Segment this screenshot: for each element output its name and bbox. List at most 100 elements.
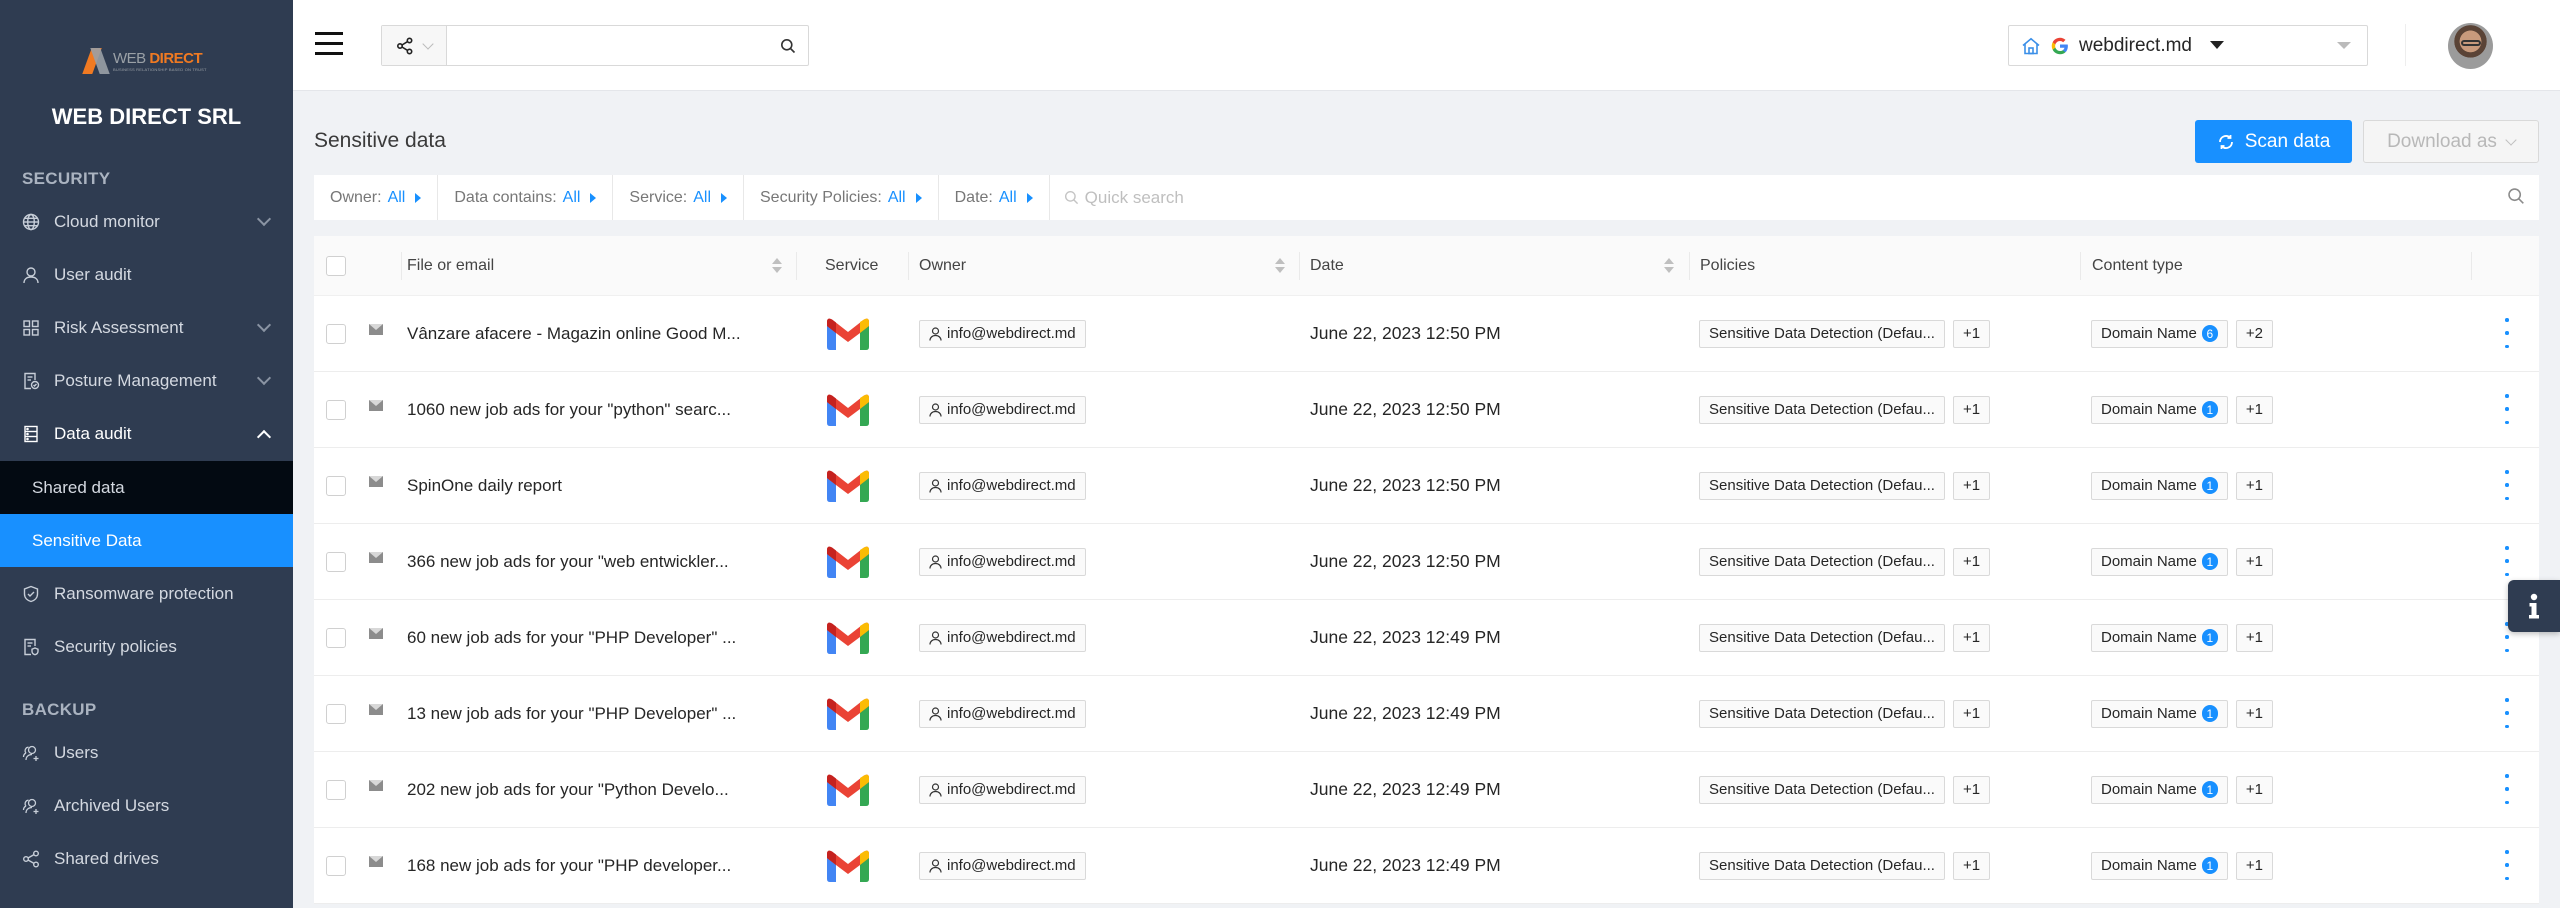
sort-icon[interactable] [772,256,782,276]
row-actions-button[interactable] [2500,774,2514,804]
policy-more-tag[interactable]: +1 [1952,851,1991,880]
sidebar-item-user-audit[interactable]: User audit [0,249,293,301]
row-actions-button[interactable] [2500,698,2514,728]
sidebar-item-users[interactable]: Users [0,727,293,779]
company-logo[interactable]: WEB DIRECT BUSINESS RELATIONSHIP BASED O… [82,44,210,78]
row-checkbox[interactable] [326,476,346,496]
content-more-tag[interactable]: +1 [2235,395,2273,424]
file-name[interactable]: 366 new job ads for your "web entwickler… [407,524,787,599]
filter-service[interactable]: Service: All [613,175,744,220]
owner-tag[interactable]: info@webdirect.md [919,623,1086,652]
file-name[interactable]: 202 new job ads for your "Python Develo.… [407,752,787,827]
table-row[interactable]: Vânzare afacere - Magazin online Good M.… [314,296,2539,372]
policy-tag[interactable]: Sensitive Data Detection (Defau... [1699,547,1945,576]
sort-icon[interactable] [1275,256,1285,276]
scan-data-button[interactable]: Scan data [2195,120,2352,163]
policy-tag[interactable]: Sensitive Data Detection (Defau... [1699,775,1945,804]
row-actions-button[interactable] [2500,546,2514,576]
policy-more-tag[interactable]: +1 [1952,699,1991,728]
quick-search-button[interactable] [2507,187,2525,210]
owner-tag[interactable]: info@webdirect.md [919,699,1086,728]
content-more-tag[interactable]: +1 [2235,471,2273,500]
file-name[interactable]: 168 new job ads for your "PHP developer.… [407,828,787,903]
sidebar-item-data-audit[interactable]: Data audit [0,408,293,460]
row-checkbox[interactable] [326,324,346,344]
row-checkbox[interactable] [326,628,346,648]
filter-owner[interactable]: Owner: All [314,175,439,220]
owner-tag[interactable]: info@webdirect.md [919,547,1086,576]
content-more-tag[interactable]: +1 [2235,851,2273,880]
table-row[interactable]: 168 new job ads for your "PHP developer.… [314,828,2539,904]
user-avatar[interactable] [2448,23,2493,69]
content-type-tag[interactable]: Domain Name 1 [2091,471,2228,500]
file-name[interactable]: 13 new job ads for your "PHP Developer" … [407,676,787,751]
row-checkbox[interactable] [326,856,346,876]
owner-tag[interactable]: info@webdirect.md [919,395,1086,424]
policy-tag[interactable]: Sensitive Data Detection (Defau... [1699,851,1945,880]
row-checkbox[interactable] [326,704,346,724]
filter-data-contains[interactable]: Data contains: All [438,175,614,220]
content-type-tag[interactable]: Domain Name 1 [2091,623,2228,652]
column-header-file[interactable]: File or email [407,236,494,296]
owner-tag[interactable]: info@webdirect.md [919,319,1086,348]
global-search-input[interactable] [447,26,768,65]
table-row[interactable]: SpinOne daily report info@webdirect.md J… [314,448,2539,524]
file-name[interactable]: Vânzare afacere - Magazin online Good M.… [407,296,787,371]
table-row[interactable]: 202 new job ads for your "Python Develo.… [314,752,2539,828]
policy-more-tag[interactable]: +1 [1952,547,1991,576]
table-row[interactable]: 1060 new job ads for your "python" searc… [314,372,2539,448]
file-name[interactable]: 60 new job ads for your "PHP Developer" … [407,600,787,675]
file-name[interactable]: 1060 new job ads for your "python" searc… [407,372,787,447]
column-header-owner[interactable]: Owner [919,236,966,296]
owner-tag[interactable]: info@webdirect.md [919,471,1086,500]
policy-tag[interactable]: Sensitive Data Detection (Defau... [1699,623,1945,652]
policy-tag[interactable]: Sensitive Data Detection (Defau... [1699,699,1945,728]
quick-search-input[interactable] [1084,187,2539,208]
content-more-tag[interactable]: +1 [2235,775,2273,804]
content-type-tag[interactable]: Domain Name 6 [2091,319,2228,348]
content-type-tag[interactable]: Domain Name 1 [2091,851,2228,880]
sidebar-item-risk-assessment[interactable]: Risk Assessment [0,302,293,354]
policy-more-tag[interactable]: +1 [1952,395,1991,424]
policy-tag[interactable]: Sensitive Data Detection (Defau... [1699,395,1945,424]
table-row[interactable]: 60 new job ads for your "PHP Developer" … [314,600,2539,676]
download-as-button[interactable]: Download as [2363,120,2539,163]
column-header-date[interactable]: Date [1310,236,1344,296]
select-all-checkbox[interactable] [326,256,346,276]
row-actions-button[interactable] [2500,850,2514,880]
sidebar-item-ransomware-protection[interactable]: Ransomware protection [0,568,293,620]
sidebar-subitem-sensitive-data[interactable]: Sensitive Data [0,514,293,567]
row-actions-button[interactable] [2500,318,2514,348]
content-type-tag[interactable]: Domain Name 1 [2091,547,2228,576]
row-actions-button[interactable] [2500,470,2514,500]
content-more-tag[interactable]: +1 [2235,623,2273,652]
filter-security-policies[interactable]: Security Policies: All [744,175,939,220]
content-type-tag[interactable]: Domain Name 1 [2091,699,2228,728]
sidebar-item-cloud-monitor[interactable]: Cloud monitor [0,196,293,248]
search-button[interactable] [768,26,808,65]
sidebar-subitem-shared-data[interactable]: Shared data [0,461,293,514]
file-name[interactable]: SpinOne daily report [407,448,787,523]
table-row[interactable]: 13 new job ads for your "PHP Developer" … [314,676,2539,752]
owner-tag[interactable]: info@webdirect.md [919,775,1086,804]
policy-more-tag[interactable]: +1 [1952,775,1991,804]
filter-date[interactable]: Date: All [939,175,1050,220]
row-checkbox[interactable] [326,400,346,420]
domain-select[interactable]: webdirect.md [2008,25,2368,66]
policy-tag[interactable]: Sensitive Data Detection (Defau... [1699,471,1945,500]
sidebar-item-security-policies[interactable]: Security policies [0,621,293,673]
content-more-tag[interactable]: +2 [2235,319,2273,348]
policy-more-tag[interactable]: +1 [1952,623,1991,652]
sidebar-item-posture-management[interactable]: Posture Management [0,355,293,407]
row-checkbox[interactable] [326,552,346,572]
info-button[interactable] [2508,580,2560,632]
row-checkbox[interactable] [326,780,346,800]
row-actions-button[interactable] [2500,394,2514,424]
content-more-tag[interactable]: +1 [2235,699,2273,728]
policy-more-tag[interactable]: +1 [1952,471,1991,500]
sidebar-item-shared-drives[interactable]: Shared drives [0,833,293,885]
share-filter-select[interactable] [382,26,447,65]
sort-icon[interactable] [1664,256,1674,276]
owner-tag[interactable]: info@webdirect.md [919,851,1086,880]
policy-tag[interactable]: Sensitive Data Detection (Defau... [1699,319,1945,348]
